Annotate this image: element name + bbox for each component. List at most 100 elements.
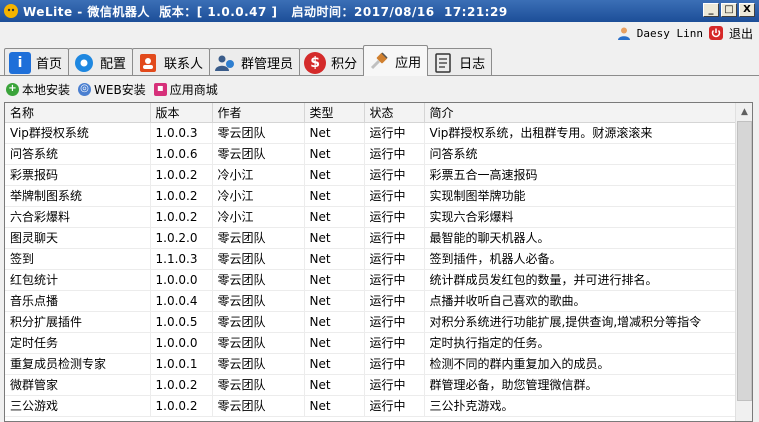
web-install-label: WEB安装 xyxy=(94,82,146,97)
app-store-label: 应用商城 xyxy=(169,82,218,97)
cell-version: 1.0.2.0 xyxy=(150,227,213,249)
cell-type: Net xyxy=(304,374,365,396)
table-header-row: 名称 版本 作者 类型 状态 简介 xyxy=(5,103,737,123)
tab-group-admins[interactable]: 群管理员 xyxy=(209,48,301,76)
cell-name: 问答系统 xyxy=(5,143,151,165)
column-header-status[interactable]: 状态 xyxy=(364,103,425,123)
contacts-icon xyxy=(140,53,157,72)
cell-name: 举牌制图系统 xyxy=(5,185,151,207)
cell-name: 红包统计 xyxy=(5,269,151,291)
cell-author: 零云团队 xyxy=(212,395,305,417)
table-row[interactable]: 积分扩展插件 1.0.0.5 零云团队 Net 运行中 对积分系统进行功能扩展,提供查询,… xyxy=(5,311,737,333)
tab-points[interactable]: $ 积分 xyxy=(299,48,365,76)
add-icon: + xyxy=(6,82,19,96)
cell-name: 六合彩爆料 xyxy=(5,206,151,228)
table-row[interactable]: 音乐点播 1.0.0.4 零云团队 Net 运行中 点播并收听自己喜欢的歌曲。 xyxy=(5,290,737,312)
cell-author: 冷小江 xyxy=(212,206,305,228)
cell-version: 1.0.0.0 xyxy=(150,269,213,291)
table-row[interactable]: 微群管家 1.0.0.2 零云团队 Net 运行中 群管理必备，助您管理微信群。 xyxy=(5,374,737,396)
cell-version: 1.0.0.2 xyxy=(150,374,213,396)
title-bar: WeLite - 微信机器人 版本：[ 1.0.0.47 ] 启动时间：2017… xyxy=(0,0,759,22)
cell-version: 1.0.0.3 xyxy=(150,122,213,144)
cell-type: Net xyxy=(304,206,365,228)
table-row[interactable]: 举牌制图系统 1.0.0.2 冷小江 Net 运行中 实现制图举牌功能 xyxy=(5,185,737,207)
table-row[interactable]: 问答系统 1.0.0.6 零云团队 Net 运行中 问答系统 xyxy=(5,143,737,165)
tab-home[interactable]: i 首页 xyxy=(4,48,70,76)
web-install-button[interactable]: ◎ WEB安装 xyxy=(78,81,146,98)
user-bar: Daesy Linn 退出 xyxy=(617,24,753,42)
cell-description: 点播并收听自己喜欢的歌曲。 xyxy=(424,290,737,312)
vertical-scrollbar[interactable]: ▲ xyxy=(735,103,752,421)
maximize-button[interactable]: □ xyxy=(721,3,737,17)
power-icon[interactable] xyxy=(708,26,723,40)
cell-author: 零云团队 xyxy=(212,143,305,165)
close-button[interactable]: X xyxy=(739,3,755,17)
table-row[interactable]: 图灵聊天 1.0.2.0 零云团队 Net 运行中 最智能的聊天机器人。 xyxy=(5,227,737,249)
logout-button[interactable]: 退出 xyxy=(729,25,753,42)
cell-description: 定时执行指定的任务。 xyxy=(424,332,737,354)
cell-description: 统计群成员发红包的数量，并可进行排名。 xyxy=(424,269,737,291)
cell-author: 零云团队 xyxy=(212,248,305,270)
cell-status: 运行中 xyxy=(364,248,425,270)
cell-version: 1.0.0.4 xyxy=(150,290,213,312)
cell-description: 最智能的聊天机器人。 xyxy=(424,227,737,249)
local-install-button[interactable]: + 本地安装 xyxy=(6,81,70,98)
column-header-author[interactable]: 作者 xyxy=(212,103,305,123)
cell-name: 定时任务 xyxy=(5,332,151,354)
tab-label: 联系人 xyxy=(164,57,204,72)
table-row[interactable]: 定时任务 1.0.0.0 零云团队 Net 运行中 定时执行指定的任务。 xyxy=(5,332,737,354)
tab-apps[interactable]: 应用 xyxy=(363,45,429,76)
cell-description: 对积分系统进行功能扩展,提供查询,增减积分等指令 xyxy=(424,311,737,333)
cell-status: 运行中 xyxy=(364,311,425,333)
table-row[interactable]: 签到 1.1.0.3 零云团队 Net 运行中 签到插件，机器人必备。 xyxy=(5,248,737,270)
tab-label: 群管理员 xyxy=(241,57,294,72)
cell-status: 运行中 xyxy=(364,206,425,228)
table-row[interactable]: 六合彩爆料 1.0.0.2 冷小江 Net 运行中 实现六合彩爆料 xyxy=(5,206,737,228)
cell-version: 1.0.0.2 xyxy=(150,395,213,417)
scroll-thumb[interactable] xyxy=(737,121,752,401)
column-header-version[interactable]: 版本 xyxy=(150,103,213,123)
tab-strip: i 首页 配置 联系人 群管理员 $ 积分 应用 日志 xyxy=(4,45,493,76)
cell-version: 1.0.0.2 xyxy=(150,206,213,228)
scroll-up-icon[interactable]: ▲ xyxy=(736,103,752,120)
tab-config[interactable]: 配置 xyxy=(68,48,134,76)
table-row[interactable]: Vip群授权系统 1.0.0.3 零云团队 Net 运行中 Vip群授权系统，出租群专用。… xyxy=(5,122,737,144)
column-header-description[interactable]: 简介 xyxy=(424,103,737,123)
cell-author: 零云团队 xyxy=(212,269,305,291)
cell-version: 1.0.0.2 xyxy=(150,164,213,186)
cell-author: 零云团队 xyxy=(212,227,305,249)
cell-author: 零云团队 xyxy=(212,311,305,333)
tab-logs[interactable]: 日志 xyxy=(427,48,493,76)
plugin-table: 名称 版本 作者 类型 状态 简介 Vip群授权系统 1.0.0.3 零云团队 Net… xyxy=(4,102,753,422)
table-row[interactable]: 三公游戏 1.0.0.2 零云团队 Net 运行中 三公扑克游戏。 xyxy=(5,395,737,417)
dollar-icon: $ xyxy=(304,51,327,74)
tab-label: 配置 xyxy=(100,57,127,72)
cell-description: Vip群授权系统，出租群专用。财源滚滚来 xyxy=(424,122,737,144)
column-header-name[interactable]: 名称 xyxy=(5,103,151,123)
cell-version: 1.0.0.2 xyxy=(150,185,213,207)
table-row[interactable]: 红包统计 1.0.0.0 零云团队 Net 运行中 统计群成员发红包的数量，并可进行排名。 xyxy=(5,269,737,291)
cell-description: 实现六合彩爆料 xyxy=(424,206,737,228)
toolbar: + 本地安装 ◎ WEB安装 ▪ 应用商城 xyxy=(6,80,218,98)
cell-author: 零云团队 xyxy=(212,122,305,144)
cell-status: 运行中 xyxy=(364,185,425,207)
globe-icon: ◎ xyxy=(78,82,92,96)
cell-name: 彩票报码 xyxy=(5,164,151,186)
group-admin-icon xyxy=(215,55,235,71)
log-icon xyxy=(435,52,451,73)
tab-label: 日志 xyxy=(459,57,486,72)
cell-status: 运行中 xyxy=(364,122,425,144)
cell-name: 积分扩展插件 xyxy=(5,311,151,333)
cell-author: 零云团队 xyxy=(212,290,305,312)
cell-type: Net xyxy=(304,227,365,249)
cell-author: 零云团队 xyxy=(212,374,305,396)
cell-status: 运行中 xyxy=(364,395,425,417)
gear-icon xyxy=(75,53,94,72)
minimize-button[interactable]: _ xyxy=(703,3,719,17)
cell-name: 图灵聊天 xyxy=(5,227,151,249)
app-store-button[interactable]: ▪ 应用商城 xyxy=(153,81,218,98)
column-header-type[interactable]: 类型 xyxy=(304,103,365,123)
table-row[interactable]: 彩票报码 1.0.0.2 冷小江 Net 运行中 彩票五合一高速报码 xyxy=(5,164,737,186)
tab-contacts[interactable]: 联系人 xyxy=(132,48,211,76)
table-row[interactable]: 重复成员检测专家 1.0.0.1 零云团队 Net 运行中 检测不同的群内重复加入的成员。 xyxy=(5,353,737,375)
